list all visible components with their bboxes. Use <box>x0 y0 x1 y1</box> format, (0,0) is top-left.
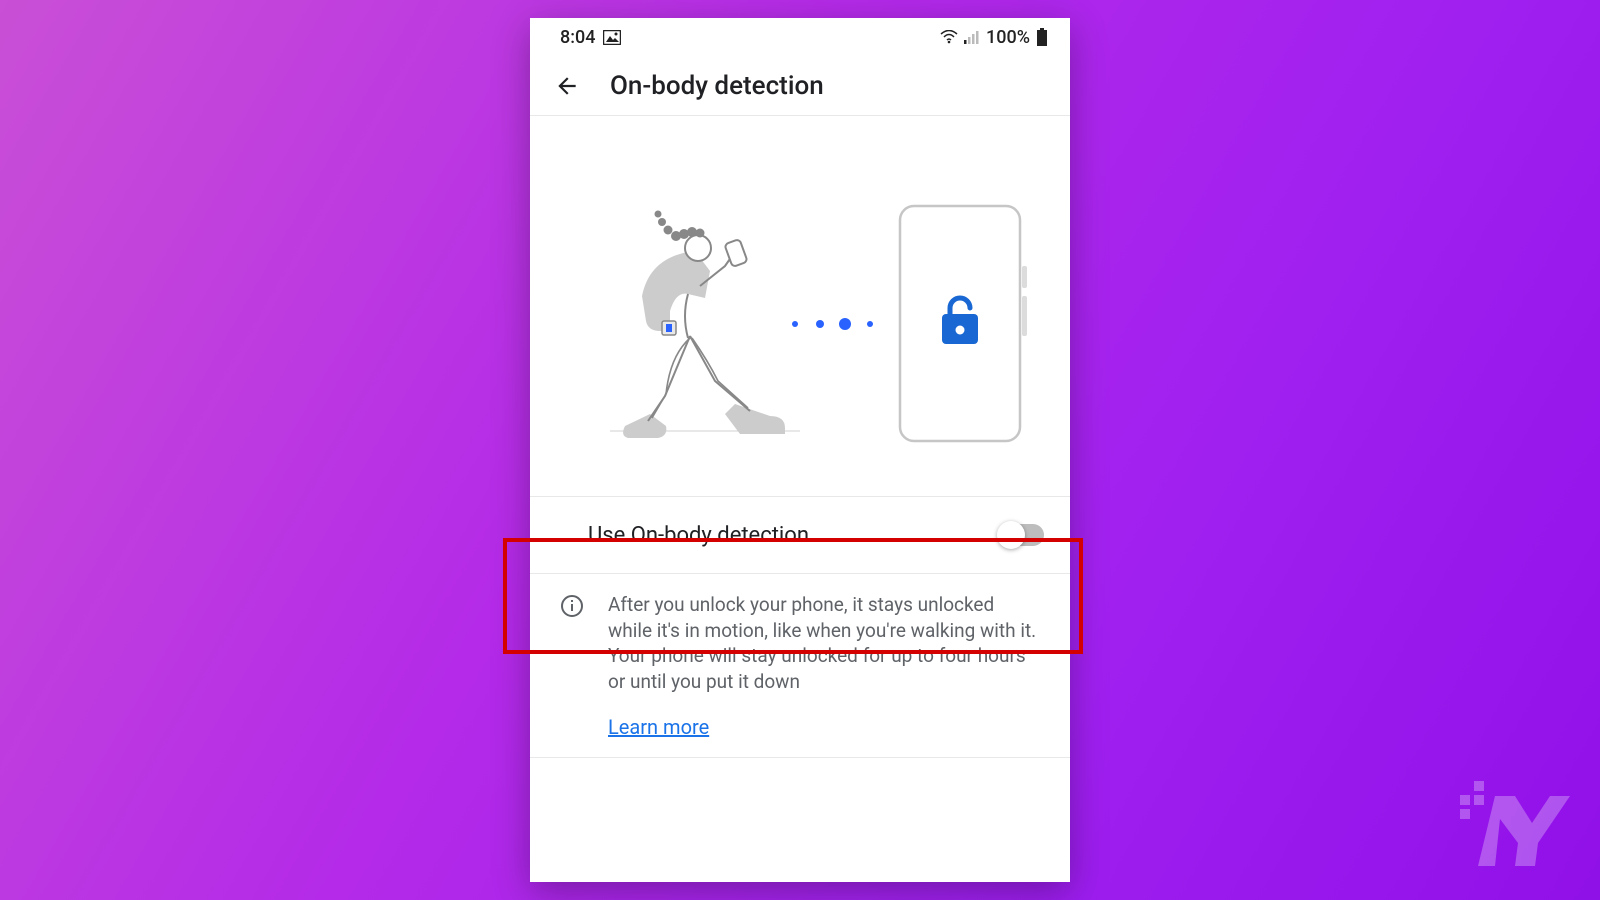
status-time: 8:04 <box>560 27 595 48</box>
use-on-body-detection-toggle-row[interactable]: Use On-body detection <box>530 496 1070 574</box>
page-title: On-body detection <box>610 71 824 101</box>
motion-dots-icon <box>792 318 873 330</box>
hero-illustration <box>530 116 1070 496</box>
status-bar: 8:04 <box>530 18 1070 56</box>
wifi-icon <box>940 30 958 44</box>
back-arrow-icon[interactable] <box>554 73 580 99</box>
info-description: After you unlock your phone, it stays un… <box>608 592 1040 695</box>
info-icon <box>560 594 584 739</box>
learn-more-link[interactable]: Learn more <box>608 715 709 739</box>
running-person-icon <box>623 211 785 439</box>
toggle-knob <box>997 521 1025 549</box>
status-battery-text: 100% <box>986 27 1030 48</box>
battery-icon <box>1036 28 1048 46</box>
phone-outline-icon <box>900 206 1027 441</box>
info-section: After you unlock your phone, it stays un… <box>530 574 1070 758</box>
toggle-switch[interactable] <box>1000 524 1044 546</box>
watermark-logo <box>1460 781 1570 870</box>
toggle-label: Use On-body detection <box>588 523 809 548</box>
signal-icon <box>964 30 980 44</box>
phone-frame: 8:04 <box>530 18 1070 882</box>
image-indicator-icon <box>603 30 621 45</box>
app-bar: On-body detection <box>530 56 1070 116</box>
